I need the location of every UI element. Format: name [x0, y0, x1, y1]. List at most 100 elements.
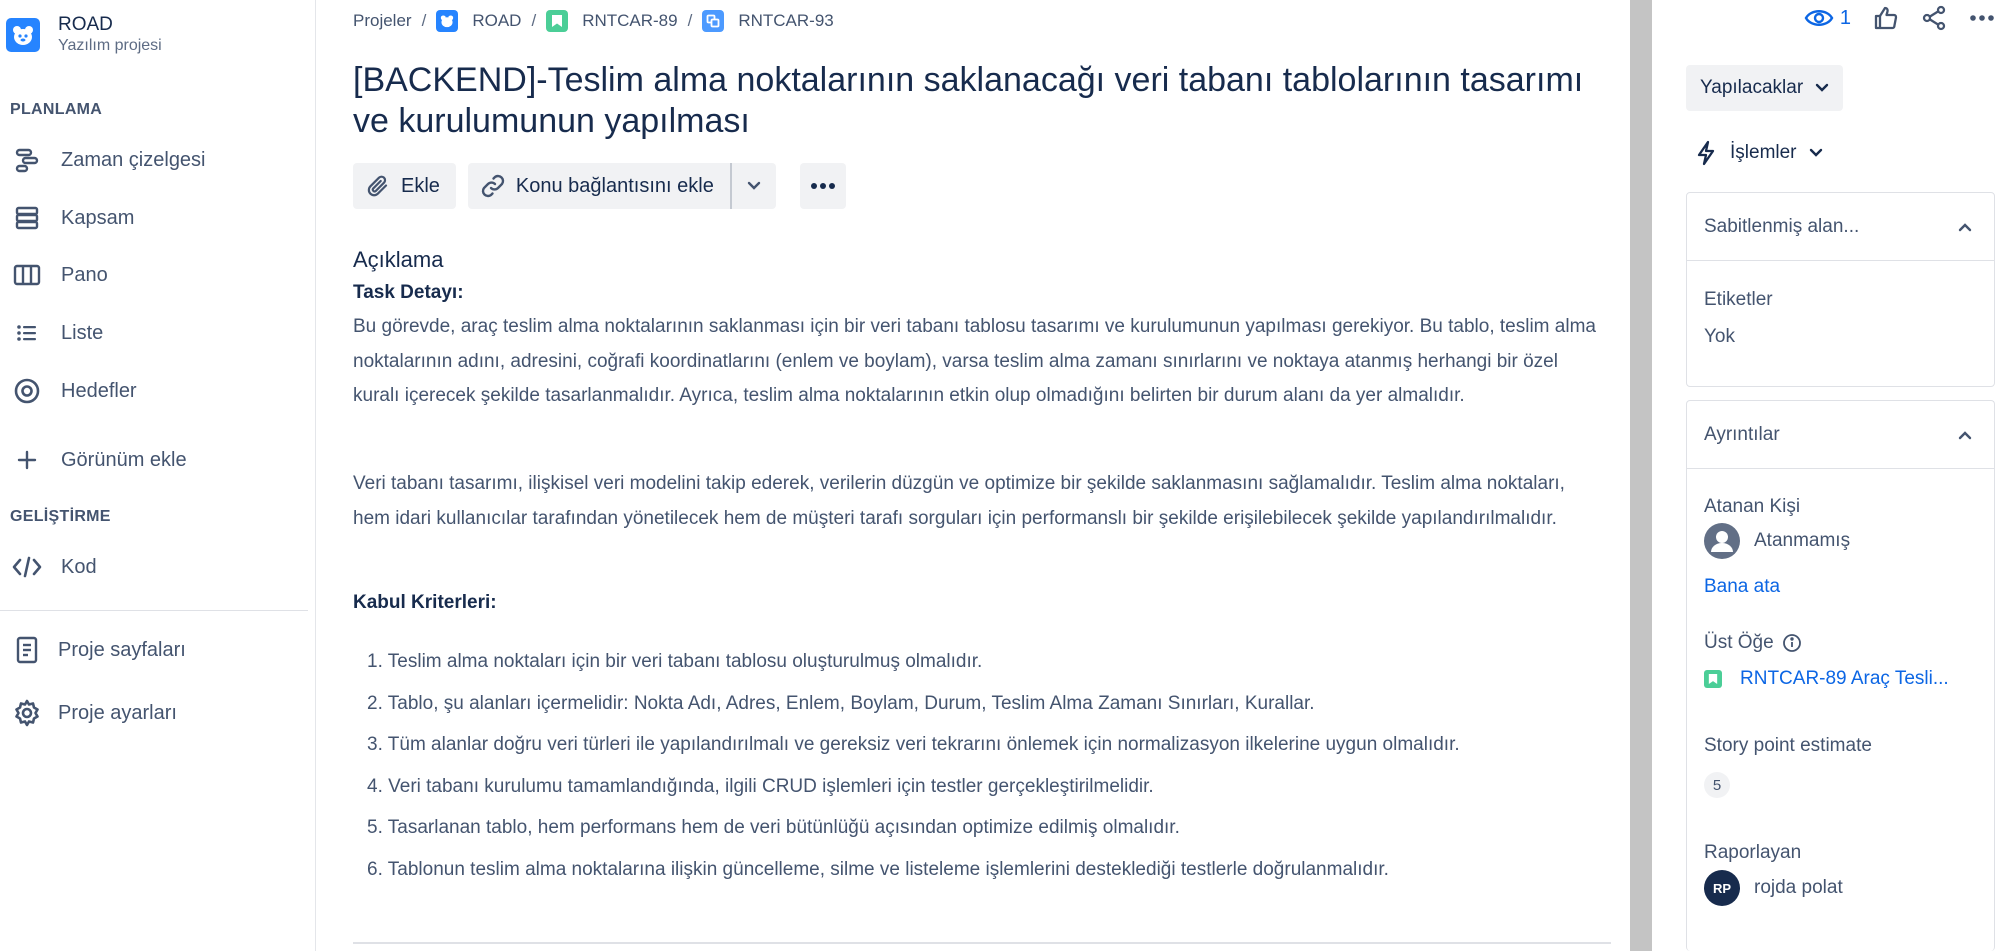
sidebar-item-timeline[interactable]: Zaman çizelgesi [0, 135, 310, 185]
details-header[interactable]: Ayrıntılar [1687, 401, 1994, 469]
development-section-title: GELİŞTİRME [10, 508, 111, 525]
reporter-label: Raporlayan [1704, 842, 1802, 863]
breadcrumb-label: RNTCAR-93 [738, 11, 834, 30]
chevron-down-icon [747, 181, 761, 190]
story-points-badge[interactable]: 5 [1704, 772, 1730, 798]
list-item: 5. Tasarlanan tablo, hem performans hem … [367, 817, 1180, 838]
more-icon [810, 183, 835, 189]
sidebar-item-list[interactable]: Liste [0, 308, 310, 358]
list-item: 2. Tablo, şu alanları içermelidir: Nokta… [367, 692, 1315, 714]
labels-field-value[interactable]: Yok [1704, 326, 1735, 348]
sidebar-item-board[interactable]: Pano [0, 250, 310, 300]
attach-label: Ekle [401, 174, 440, 197]
description-paragraph-2: Veri tabanı tasarımı, ilişkisel veri mod… [353, 473, 1565, 529]
pinned-fields-card: Sabitlenmiş alan... Etiketler Yok [1686, 192, 1995, 387]
project-type: Yazılım projesi [58, 37, 162, 54]
story-points-label: Story point estimate [1704, 735, 1872, 756]
details-title: Ayrıntılar [1704, 423, 1780, 445]
project-avatar-icon [436, 10, 459, 32]
breadcrumb-road[interactable]: ROAD / [436, 10, 546, 32]
acceptance-criteria-list: 1. Teslim alma noktaları için bir veri t… [367, 641, 1607, 890]
info-icon[interactable] [1782, 633, 1802, 653]
timeline-icon [12, 145, 42, 175]
like-button[interactable] [1873, 5, 1899, 31]
sidebar-item-label: Kapsam [61, 206, 135, 229]
content-divider [353, 942, 1611, 944]
chevron-down-icon [1809, 148, 1822, 157]
breadcrumb-parent[interactable]: RNTCAR-89/ [546, 10, 702, 32]
share-icon [1922, 5, 1946, 31]
breadcrumb: Projeler / ROAD / RNTCAR-89/ RNTCAR-93 [353, 10, 834, 32]
assignee-field[interactable]: Atanmamış [1704, 523, 1850, 559]
subtask-icon [702, 10, 725, 32]
sidebar-item-goals[interactable]: Hedefler [0, 366, 310, 416]
more-actions-button[interactable] [799, 163, 846, 209]
assignee-label: Atanan Kişi [1704, 496, 1801, 517]
breadcrumb-current[interactable]: RNTCAR-93 [702, 10, 834, 32]
more-icon [1970, 15, 1994, 21]
breadcrumb-label: ROAD [472, 11, 522, 30]
lightning-icon [1697, 140, 1715, 166]
sidebar-item-project-pages[interactable]: Proje sayfaları [0, 625, 310, 675]
sidebar-item-backlog[interactable]: Kapsam [0, 193, 310, 243]
sidebar-item-project-settings[interactable]: Proje ayarları [0, 688, 310, 738]
list-item: 4. Veri tabanı kurulumu tamamlandığında,… [367, 775, 1154, 797]
issue-top-actions: 1 [1782, 5, 1999, 31]
sidebar-item-code[interactable]: Kod [0, 542, 310, 592]
breadcrumb-label: Projeler [353, 11, 412, 30]
chevron-up-icon [1958, 222, 1972, 231]
pages-icon [12, 635, 42, 665]
status-dropdown[interactable]: Yapılacaklar [1686, 65, 1844, 111]
status-label: Yapılacaklar [1700, 77, 1804, 98]
project-header[interactable]: ROAD Yazılım projesi [6, 14, 162, 56]
share-button[interactable] [1921, 5, 1947, 31]
unassigned-avatar-icon [1704, 523, 1740, 559]
description-paragraph-1: Bu görevde, araç teslim alma noktalarını… [353, 316, 1596, 406]
sidebar-item-label: Pano [61, 263, 108, 286]
board-icon [12, 260, 42, 290]
story-icon [546, 10, 569, 32]
backlog-icon [12, 203, 42, 233]
link-issue-dropdown[interactable] [729, 163, 776, 209]
more-options-button[interactable] [1969, 14, 1995, 22]
code-icon [12, 552, 42, 582]
sidebar: ROAD Yazılım projesi PLANLAMA Zaman çize… [0, 0, 316, 951]
list-item: 6. Tablonun teslim alma noktalarına iliş… [367, 858, 1389, 880]
parent-label-row: Üst Öğe [1704, 632, 1802, 654]
chevron-down-icon [1815, 83, 1829, 92]
add-view-button[interactable]: Görünüm ekle [0, 435, 310, 485]
list-icon [12, 318, 42, 348]
reporter-name: rojda polat [1754, 877, 1843, 898]
add-view-label: Görünüm ekle [61, 448, 187, 471]
pinned-fields-header[interactable]: Sabitlenmiş alan... [1687, 193, 1994, 261]
description-heading: Açıklama [353, 247, 444, 272]
pinned-fields-title: Sabitlenmiş alan... [1704, 215, 1860, 237]
link-issue-split-button: Konu bağlantısını ekle [467, 163, 776, 209]
parent-field[interactable]: RNTCAR-89 Araç Tesli... [1704, 668, 1949, 690]
breadcrumb-projects[interactable]: Projeler / [353, 11, 436, 31]
list-item: 3. Tüm alanlar doğru veri türleri ile ya… [367, 734, 1460, 755]
main-scrollbar[interactable] [1630, 0, 1652, 951]
actions-label: İşlemler [1730, 142, 1797, 163]
list-item: 1. Teslim alma noktaları için bir veri t… [367, 651, 983, 672]
attach-button[interactable]: Ekle [353, 163, 456, 209]
issue-toolbar: Ekle Konu bağlantısını ekle [353, 163, 846, 209]
actions-button[interactable]: İşlemler [1696, 135, 1823, 171]
acceptance-criteria-heading: Kabul Kriterleri: [353, 592, 497, 613]
watch-button[interactable]: 1 [1804, 7, 1851, 30]
project-name: ROAD [58, 14, 113, 35]
details-card: Ayrıntılar Atanan Kişi Atanmamış Bana at… [1686, 400, 1995, 951]
parent-label: Üst Öğe [1704, 632, 1774, 653]
sidebar-item-label: Proje ayarları [58, 701, 177, 724]
issue-title[interactable]: [BACKEND]-Teslim alma noktalarının sakla… [353, 60, 1603, 142]
task-detail-heading: Task Detayı: [353, 282, 464, 303]
sidebar-divider [0, 610, 308, 611]
story-icon [1704, 670, 1722, 688]
reporter-field[interactable]: RP rojda polat [1704, 870, 1843, 906]
link-issue-button[interactable]: Konu bağlantısını ekle [467, 163, 730, 209]
chevron-up-icon [1958, 430, 1972, 439]
parent-value: RNTCAR-89 Araç Tesli... [1740, 668, 1949, 689]
assign-to-me-link[interactable]: Bana ata [1704, 576, 1780, 598]
issue-main: Projeler / ROAD / RNTCAR-89/ RNTCAR-93 [BA… [353, 0, 1613, 951]
assignee-value: Atanmamış [1754, 530, 1851, 551]
